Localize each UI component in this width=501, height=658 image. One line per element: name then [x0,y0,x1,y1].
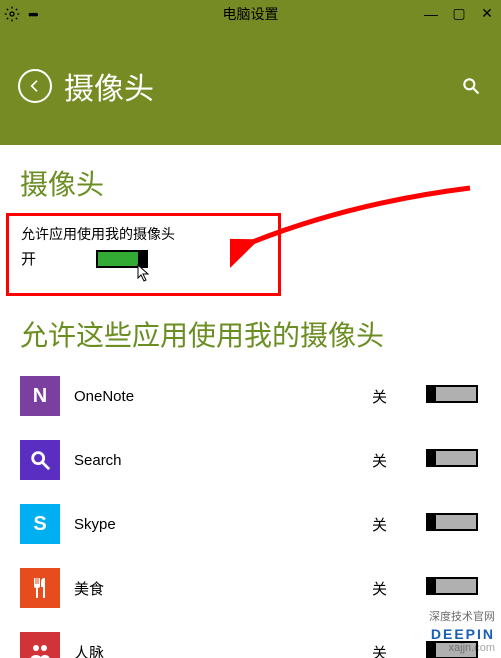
app-icon [20,632,60,658]
app-row: S Skype 关 [20,492,481,556]
menu-dots-icon[interactable]: ••• [28,6,37,22]
app-toggle[interactable] [426,577,478,595]
app-name: 人脉 [74,642,358,658]
page-title: 摄像头 [64,64,154,108]
app-state: 关 [372,578,412,599]
app-row: 美食关 [20,556,481,620]
app-icon: N [20,376,60,416]
page-header: 摄像头 [0,27,501,145]
app-toggle[interactable] [426,641,478,658]
app-toggle[interactable] [426,513,478,531]
app-row: Search 关 [20,428,481,492]
app-toggle[interactable] [426,449,478,467]
master-permission-toggle[interactable] [96,250,148,268]
titlebar: ••• 电脑设置 — ▢ ✕ [0,0,501,27]
app-name: Skype [74,516,358,533]
app-icon [20,440,60,480]
app-row: N OneNote 关 [20,364,481,428]
app-name: 美食 [74,578,358,599]
minimize-button[interactable]: — [417,0,445,27]
content-area: 摄像头 允许应用使用我的摄像头 开 允许这些应用使用我的摄像头 NOneNo [0,145,501,658]
app-name: OneNote [74,388,358,405]
app-state: 关 [372,642,412,658]
app-state: 关 [372,514,412,535]
maximize-button[interactable]: ▢ [445,0,473,27]
app-icon [20,568,60,608]
section-title-apps: 允许这些应用使用我的摄像头 [20,314,481,354]
app-row: 人脉关 [20,620,481,658]
master-permission-highlight: 允许应用使用我的摄像头 开 [6,213,281,296]
back-button[interactable] [18,69,52,103]
master-permission-label: 允许应用使用我的摄像头 [21,224,266,244]
master-permission-state: 开 [21,248,36,269]
section-title-camera: 摄像头 [20,163,481,203]
app-state: 关 [372,450,412,471]
search-button[interactable] [459,74,483,98]
settings-gear-icon [2,4,22,24]
apps-list: NOneNote关Search关SSkype关美食关人脉关日历关 [20,364,481,658]
close-button[interactable]: ✕ [473,0,501,27]
app-name: Search [74,452,358,469]
app-state: 关 [372,386,412,407]
app-icon: S [20,504,60,544]
app-toggle[interactable] [426,385,478,403]
